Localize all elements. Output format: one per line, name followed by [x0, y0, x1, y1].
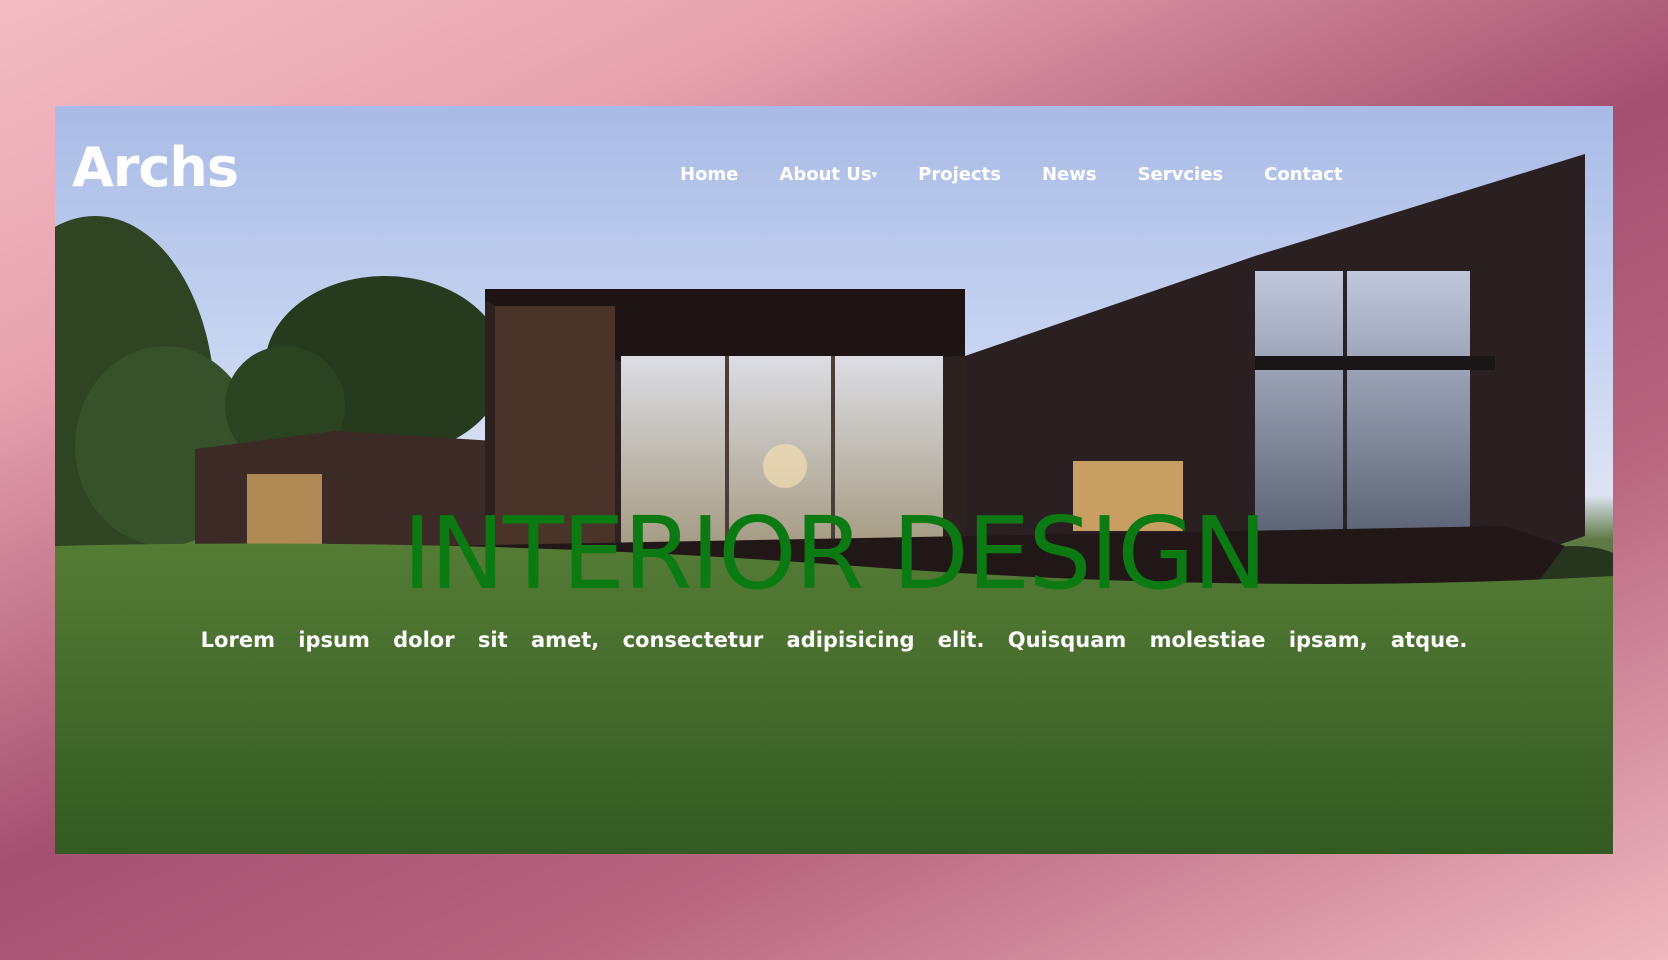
chevron-down-icon: ▾ — [871, 168, 878, 181]
nav-contact[interactable]: Contact — [1264, 164, 1342, 185]
nav-news[interactable]: News — [1042, 164, 1097, 185]
hero-background-image — [55, 154, 1613, 854]
hero-title: INTERIOR DESIGN — [402, 495, 1268, 612]
hero-section: Archs Home About Us▾ Projects News Servc… — [55, 106, 1613, 854]
nav-about-us[interactable]: About Us▾ — [779, 164, 877, 185]
main-nav: Home About Us▾ Projects News Servcies Co… — [680, 164, 1343, 185]
hero-subtitle: Lorem ipsum dolor sit amet, consectetur … — [200, 628, 1468, 652]
site-logo[interactable]: Archs — [72, 136, 239, 199]
nav-home[interactable]: Home — [680, 164, 738, 185]
nav-about-us-label: About Us — [779, 164, 872, 185]
nav-projects[interactable]: Projects — [918, 164, 1001, 185]
nav-services[interactable]: Servcies — [1138, 164, 1224, 185]
